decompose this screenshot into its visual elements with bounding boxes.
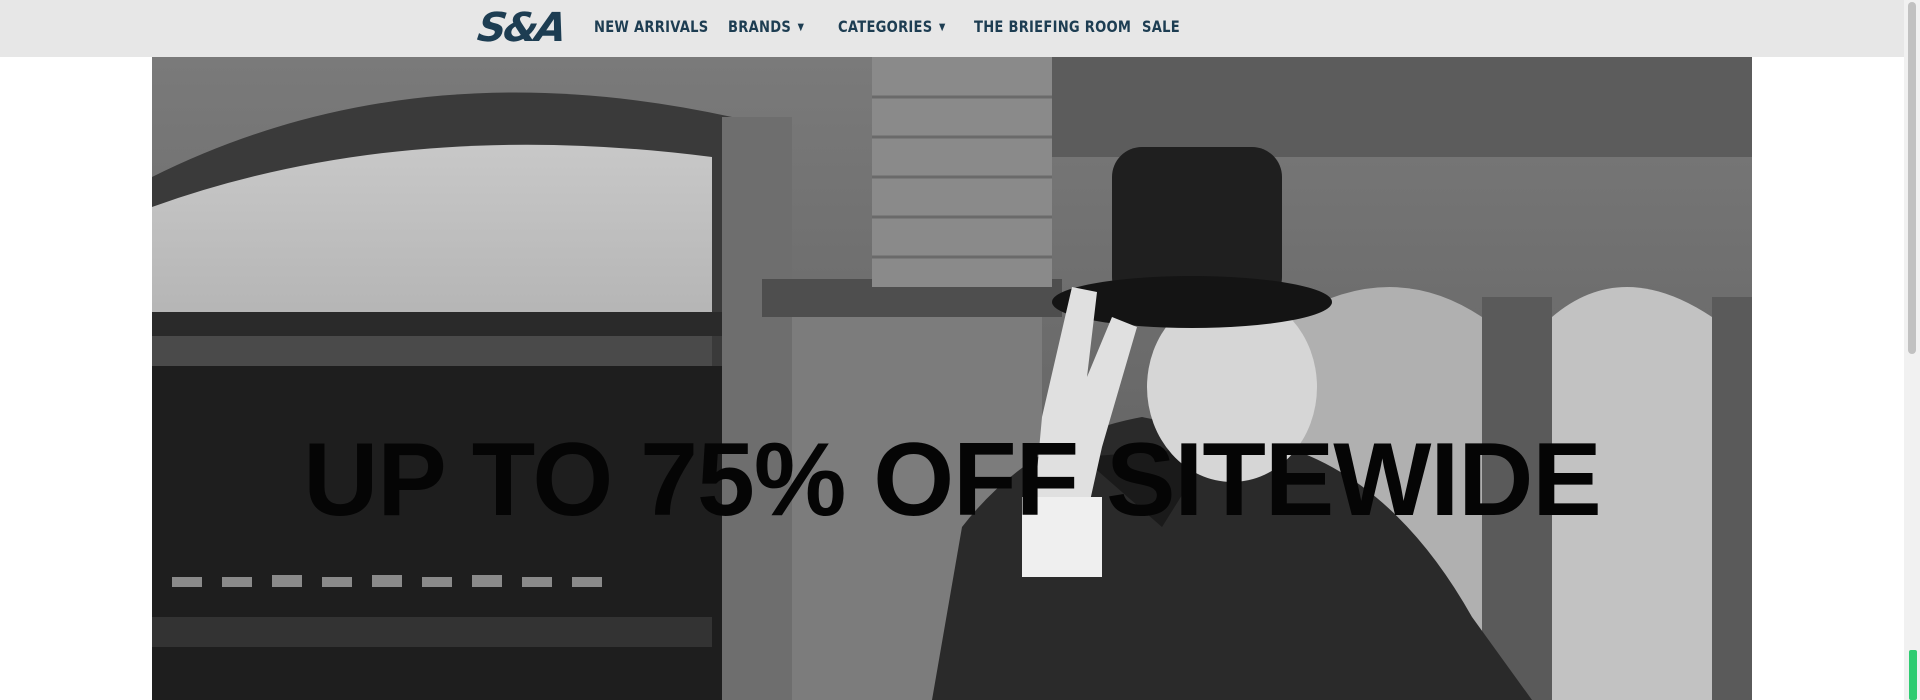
nav-item-label: NEW ARRIVALS: [594, 17, 709, 36]
hero-headline: UP TO 75% OFF SITEWIDE: [303, 422, 1602, 538]
scroll-indicator: [1909, 650, 1917, 700]
dropdown-caret-icon: ▼: [939, 22, 946, 33]
hero-photo-image: [152, 57, 1752, 700]
hero-banner[interactable]: UP TO 75% OFF SITEWIDE: [152, 57, 1752, 700]
nav-item-label: THE BRIEFING ROOM: [974, 17, 1132, 36]
nav-item-label: SALE: [1142, 17, 1180, 36]
top-navigation-bar: S&A NEW ARRIVALS BRANDS ▼ CATEGORIES ▼ THE…: [0, 0, 1904, 57]
nav-item-brands[interactable]: BRANDS ▼: [728, 15, 804, 39]
nav-item-categories[interactable]: CATEGORIES ▼: [838, 15, 946, 39]
nav-item-new-arrivals[interactable]: NEW ARRIVALS: [594, 15, 708, 39]
dropdown-caret-icon: ▼: [797, 22, 805, 33]
nav-item-sale[interactable]: SALE: [1142, 15, 1180, 39]
nav-item-label: CATEGORIES: [838, 17, 933, 36]
nav-item-label: BRANDS: [728, 17, 792, 36]
nav-item-briefing-room[interactable]: THE BRIEFING ROOM: [974, 15, 1131, 39]
brand-logo[interactable]: S&A: [475, 5, 567, 51]
page-scrollbar[interactable]: [1904, 0, 1920, 700]
scrollbar-thumb[interactable]: [1908, 2, 1916, 354]
